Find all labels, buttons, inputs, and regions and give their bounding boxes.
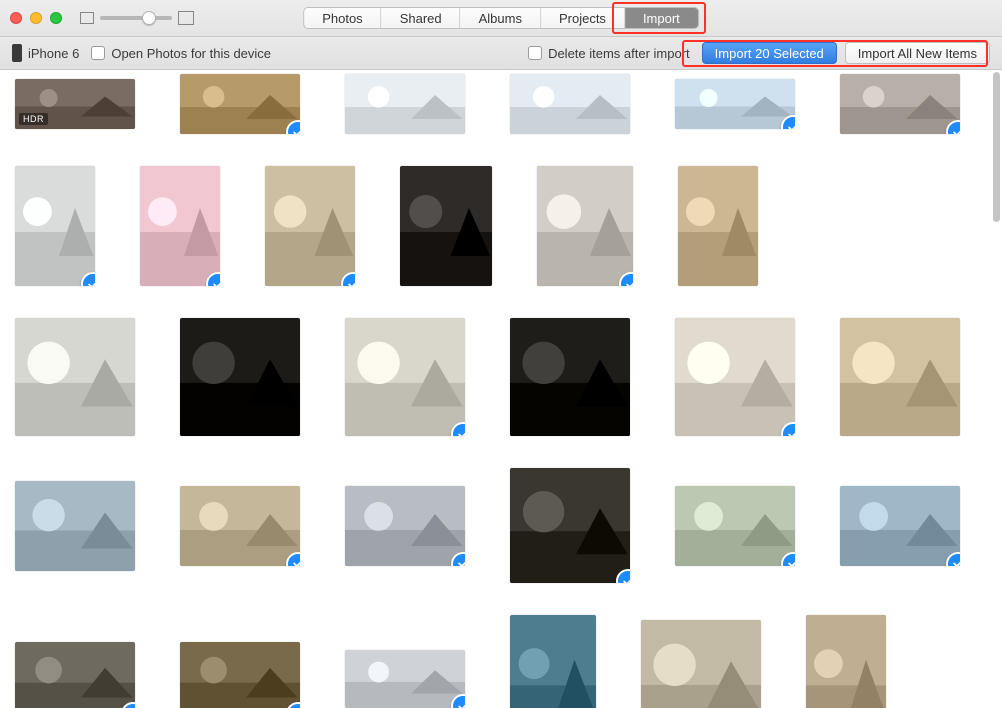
- close-icon[interactable]: [10, 12, 22, 24]
- zoom-slider-knob[interactable]: [142, 11, 156, 25]
- photo-thumbnail[interactable]: [806, 615, 886, 708]
- view-tabs: PhotosSharedAlbumsProjectsImport: [303, 7, 699, 29]
- thumbnail-row: [15, 318, 992, 436]
- photo-thumbnail[interactable]: [510, 468, 630, 583]
- photo-thumbnail[interactable]: [180, 486, 300, 566]
- photo-thumbnail[interactable]: [345, 74, 465, 134]
- thumbnail-row: [15, 166, 992, 286]
- minimize-icon[interactable]: [30, 12, 42, 24]
- photo-thumbnail[interactable]: [510, 74, 630, 134]
- photo-thumbnail[interactable]: [345, 650, 465, 708]
- thumbnail-row: [15, 468, 992, 583]
- thumbnail-row: HDR: [15, 74, 992, 134]
- scrollbar-thumb[interactable]: [993, 72, 1000, 222]
- window-controls: [10, 12, 62, 24]
- delete-after-label: Delete items after import: [548, 46, 690, 61]
- delete-after-checkbox[interactable]: [528, 46, 542, 60]
- photo-thumbnail[interactable]: [641, 620, 761, 708]
- fullscreen-icon[interactable]: [50, 12, 62, 24]
- photo-thumbnail[interactable]: [345, 318, 465, 436]
- thumbnail-zoom: [80, 11, 194, 25]
- tab-shared[interactable]: Shared: [382, 8, 461, 28]
- thumbnail-row: [15, 615, 992, 708]
- photo-thumbnail[interactable]: [15, 166, 95, 286]
- device-icon: [12, 44, 22, 62]
- photo-thumbnail[interactable]: [675, 486, 795, 566]
- device-name: iPhone 6: [28, 46, 79, 61]
- photo-thumbnail[interactable]: [675, 79, 795, 129]
- photo-thumbnail[interactable]: [840, 318, 960, 436]
- import-selected-button[interactable]: Import 20 Selected: [702, 42, 837, 64]
- photo-thumbnail[interactable]: [345, 486, 465, 566]
- hdr-badge: HDR: [19, 113, 48, 125]
- photo-thumbnail[interactable]: [400, 166, 492, 286]
- photo-thumbnail[interactable]: [265, 166, 355, 286]
- photo-thumbnail[interactable]: [840, 486, 960, 566]
- photo-thumbnail[interactable]: [510, 615, 596, 708]
- window-titlebar: PhotosSharedAlbumsProjectsImport: [0, 0, 1002, 37]
- zoom-small-icon[interactable]: [80, 12, 94, 24]
- thumbnail-grid: HDR: [0, 70, 992, 708]
- photo-thumbnail[interactable]: [180, 642, 300, 708]
- photo-thumbnail[interactable]: [675, 318, 795, 436]
- open-photos-label: Open Photos for this device: [111, 46, 271, 61]
- photo-thumbnail[interactable]: [537, 166, 633, 286]
- photo-thumbnail[interactable]: [180, 318, 300, 436]
- zoom-slider[interactable]: [100, 16, 172, 20]
- tab-projects[interactable]: Projects: [541, 8, 625, 28]
- import-toolbar: iPhone 6 Open Photos for this device Del…: [0, 37, 1002, 70]
- photo-thumbnail[interactable]: [140, 166, 220, 286]
- photo-thumbnail[interactable]: [15, 318, 135, 436]
- photo-thumbnail[interactable]: [840, 74, 960, 134]
- tab-import[interactable]: Import: [625, 8, 698, 28]
- photo-thumbnail[interactable]: [180, 74, 300, 134]
- photo-thumbnail[interactable]: [678, 166, 758, 286]
- tab-photos[interactable]: Photos: [304, 8, 381, 28]
- photo-thumbnail[interactable]: [15, 481, 135, 571]
- photo-thumbnail[interactable]: HDR: [15, 79, 135, 129]
- zoom-large-icon[interactable]: [178, 11, 194, 25]
- photo-thumbnail[interactable]: [15, 642, 135, 708]
- photo-thumbnail[interactable]: [510, 318, 630, 436]
- tab-albums[interactable]: Albums: [461, 8, 541, 28]
- import-all-button[interactable]: Import All New Items: [845, 42, 990, 64]
- open-photos-checkbox[interactable]: [91, 46, 105, 60]
